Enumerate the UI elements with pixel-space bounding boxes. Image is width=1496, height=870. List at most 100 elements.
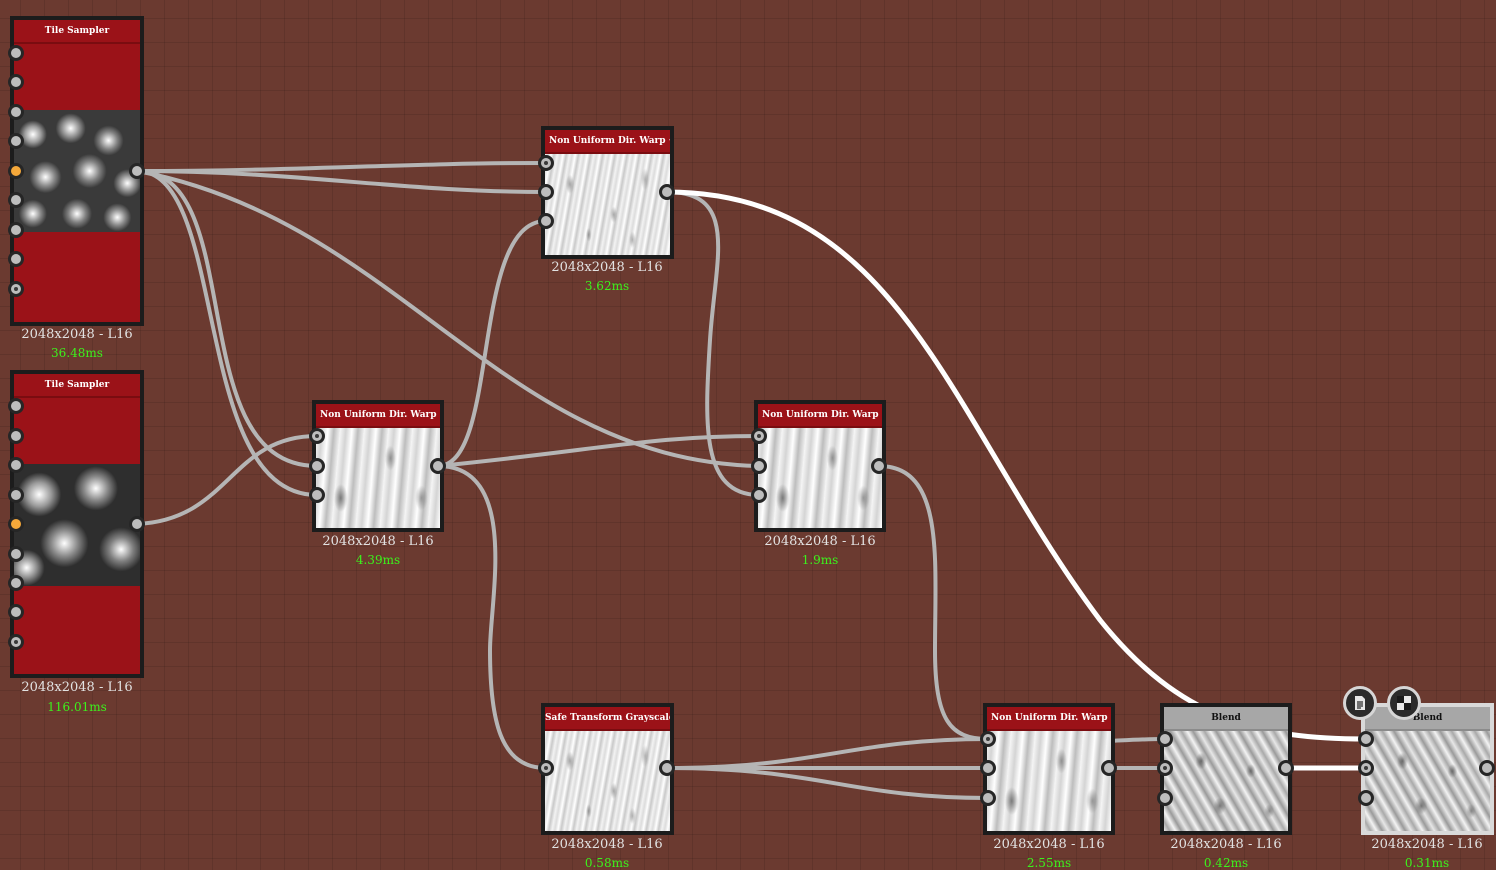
node-cook-time: 36.48ms [51, 346, 103, 360]
input-port[interactable] [8, 104, 24, 120]
document-icon[interactable] [1343, 686, 1377, 720]
node-title: Tile Sampler [14, 20, 140, 44]
wire [135, 169, 319, 468]
input-port[interactable] [309, 487, 325, 503]
node-title: Tile Sampler [14, 374, 140, 398]
input-port[interactable] [751, 428, 767, 444]
wire [665, 190, 761, 497]
input-port[interactable] [1157, 731, 1173, 747]
warp-node[interactable]: Non Uniform Dir. Warp ··· [541, 126, 674, 259]
input-port[interactable] [538, 184, 554, 200]
document-icon-glyph [1355, 696, 1365, 710]
wire [135, 169, 548, 194]
input-port[interactable] [8, 133, 24, 149]
tile-sampler-node[interactable]: Tile Sampler [10, 370, 144, 678]
wire [436, 464, 548, 770]
blend-node-selected[interactable]: Blend [1361, 703, 1494, 835]
output-port[interactable] [659, 760, 675, 776]
node-resolution: 2048x2048 - L16 [993, 837, 1105, 852]
node-cook-time: 4.39ms [355, 553, 401, 567]
input-port[interactable] [980, 760, 996, 776]
input-port[interactable] [8, 45, 24, 61]
input-port-active[interactable] [8, 163, 24, 179]
input-port[interactable] [8, 575, 24, 591]
node-cook-time: 1.9ms [801, 553, 839, 567]
node-title: Non Uniform Dir. Warp ··· [987, 707, 1111, 731]
output-port[interactable] [129, 516, 145, 532]
output-port[interactable] [1278, 760, 1294, 776]
node-cook-time: 0.42ms [1203, 856, 1249, 870]
input-port[interactable] [8, 457, 24, 473]
node-resolution: 2048x2048 - L16 [551, 260, 663, 275]
input-port[interactable] [8, 398, 24, 414]
input-port[interactable] [751, 458, 767, 474]
output-port[interactable] [659, 184, 675, 200]
input-port[interactable] [980, 790, 996, 806]
input-port[interactable] [8, 546, 24, 562]
input-port[interactable] [8, 192, 24, 208]
blend-node[interactable]: Blend [1160, 703, 1292, 835]
input-port[interactable] [8, 634, 24, 650]
node-preview [1164, 731, 1288, 831]
input-port[interactable] [1358, 790, 1374, 806]
wire [665, 766, 990, 800]
node-title: Blend [1164, 707, 1288, 731]
input-port[interactable] [538, 760, 554, 776]
input-port[interactable] [8, 222, 24, 238]
node-preview [1365, 731, 1490, 831]
input-port[interactable] [8, 604, 24, 620]
warp-node[interactable]: Non Uniform Dir. Warp ··· [312, 400, 444, 532]
input-port[interactable] [8, 487, 24, 503]
output-port[interactable] [871, 458, 887, 474]
checker-icon[interactable] [1387, 686, 1421, 720]
input-port[interactable] [980, 731, 996, 747]
wire [135, 161, 548, 173]
wire [665, 737, 990, 770]
node-preview [758, 428, 882, 528]
output-port[interactable] [1101, 760, 1117, 776]
input-port[interactable] [8, 251, 24, 267]
input-port[interactable] [538, 155, 554, 171]
input-port[interactable] [1358, 760, 1374, 776]
tile-sampler-node[interactable]: Tile Sampler [10, 16, 144, 326]
input-port-active[interactable] [8, 516, 24, 532]
node-resolution: 2048x2048 - L16 [551, 837, 663, 852]
input-port[interactable] [538, 213, 554, 229]
node-preview [987, 731, 1111, 831]
node-resolution: 2048x2048 - L16 [1170, 837, 1282, 852]
wire [135, 434, 319, 526]
node-preview [545, 154, 670, 255]
warp-node[interactable]: Non Uniform Dir. Warp ··· [754, 400, 886, 532]
warp-node[interactable]: Non Uniform Dir. Warp ··· [983, 703, 1115, 835]
node-resolution: 2048x2048 - L16 [322, 534, 434, 549]
wire [436, 434, 761, 468]
node-cook-time: 3.62ms [584, 279, 630, 293]
input-port[interactable] [8, 428, 24, 444]
input-port[interactable] [309, 428, 325, 444]
node-resolution: 2048x2048 - L16 [1371, 837, 1483, 852]
output-port[interactable] [1479, 760, 1495, 776]
node-cook-time: 0.31ms [1404, 856, 1450, 870]
output-port[interactable] [430, 458, 446, 474]
input-port[interactable] [8, 74, 24, 90]
node-title: Safe Transform Grayscale [545, 707, 670, 731]
input-port[interactable] [309, 458, 325, 474]
node-preview [14, 398, 140, 674]
input-port[interactable] [1157, 760, 1173, 776]
node-cook-time: 2.55ms [1026, 856, 1072, 870]
node-title: Non Uniform Dir. Warp ··· [758, 404, 882, 428]
input-port[interactable] [1358, 731, 1374, 747]
output-port[interactable] [129, 163, 145, 179]
wire [436, 219, 548, 468]
node-resolution: 2048x2048 - L16 [764, 534, 876, 549]
input-port[interactable] [8, 281, 24, 297]
node-resolution: 2048x2048 - L16 [21, 327, 133, 342]
safe-transform-node[interactable]: Safe Transform Grayscale [541, 703, 674, 835]
node-title: Non Uniform Dir. Warp ··· [316, 404, 440, 428]
node-graph-canvas[interactable]: Tile Sampler 2048x2048 - L16 36.48ms Til… [0, 0, 1496, 870]
input-port[interactable] [1157, 790, 1173, 806]
node-resolution: 2048x2048 - L16 [21, 680, 133, 695]
wire [877, 464, 990, 741]
input-port[interactable] [751, 487, 767, 503]
node-title: Non Uniform Dir. Warp ··· [545, 130, 670, 154]
